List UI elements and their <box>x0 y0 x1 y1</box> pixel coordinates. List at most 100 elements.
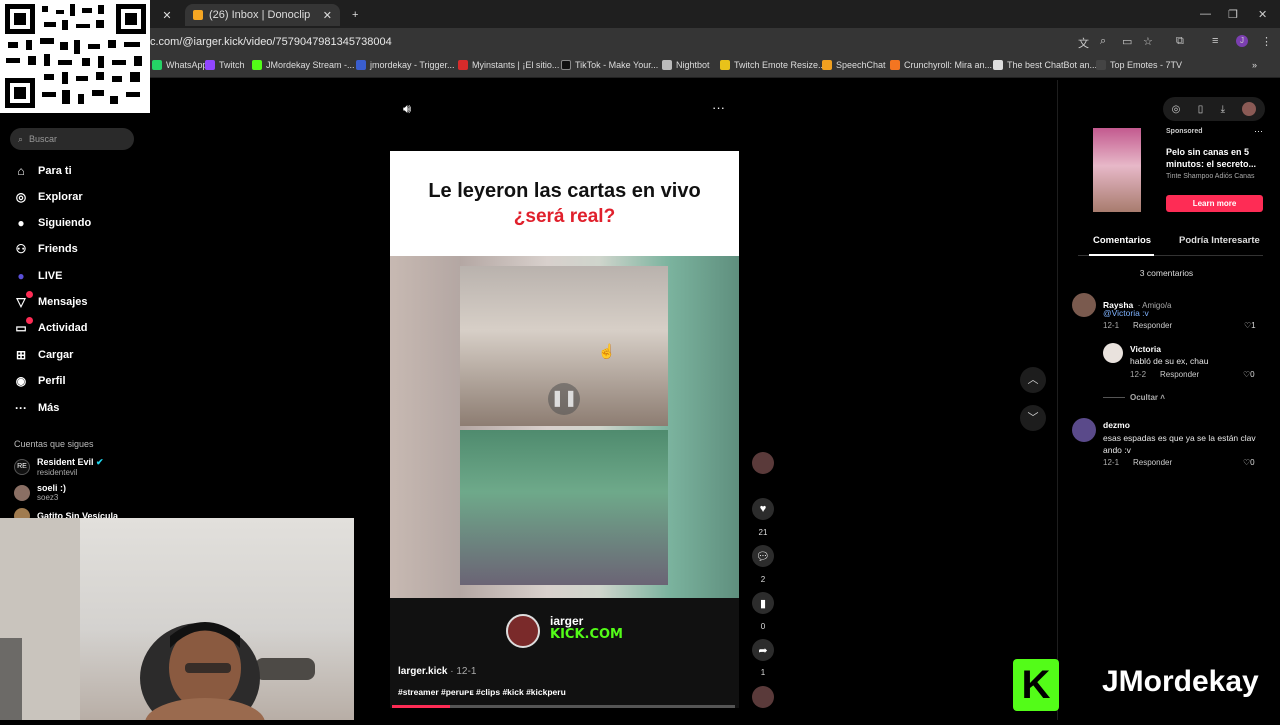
search-icon: ⌕ <box>18 133 24 144</box>
nav-live[interactable]: ● LIVE <box>14 266 62 286</box>
video-hashtags[interactable]: #streamer #peruᴘᴇ #clips #kick #kickperu <box>398 687 566 697</box>
bookmark-item[interactable]: Top Emotes - 7TV <box>1096 60 1182 70</box>
activity-icon: ▭ <box>14 317 33 335</box>
bookmark-item[interactable]: WhatsApp <box>152 60 208 70</box>
learn-more-button[interactable]: Learn more <box>1166 195 1263 212</box>
bookmark-item[interactable]: Twitch Emote Resize... <box>720 60 826 70</box>
avatar[interactable] <box>1072 293 1096 317</box>
chevron-up-icon: ˄ <box>1160 393 1165 402</box>
bookmark-item[interactable]: Crunchyroll: Mira an... <box>890 60 992 70</box>
nav-cargar[interactable]: ⊞ Cargar <box>14 345 74 365</box>
bookmark-item[interactable]: jmordekay - Trigger... <box>356 60 455 70</box>
tab-podria-interesarte[interactable]: Podría Interesarte <box>1179 235 1260 246</box>
browser-tab[interactable]: (26) Inbox | Donoclip ✕ <box>185 4 340 26</box>
more-icon: ··· <box>15 401 27 415</box>
more-options-icon[interactable]: ··· <box>712 100 725 115</box>
bookmark-item[interactable]: Twitch <box>205 60 245 70</box>
profile-avatar-icon[interactable]: J <box>1236 35 1248 47</box>
top-toolbar: ◎ ▯ ⤓ <box>1163 97 1265 121</box>
comment-like[interactable]: ♡1 <box>1244 321 1256 330</box>
new-tab-button[interactable]: + <box>344 4 366 26</box>
reply-button[interactable]: Responder <box>1133 458 1172 467</box>
bookmark-star-icon[interactable]: ☆ <box>1143 35 1153 48</box>
ad-subtitle: Tinte Shampoo Adiós Canas <box>1166 173 1255 180</box>
comment-author: dezmo <box>1103 420 1130 430</box>
close-tab-icon[interactable]: ✕ <box>150 4 184 26</box>
author-avatar[interactable] <box>752 452 774 474</box>
comment-date: 12-1 <box>1103 458 1120 467</box>
donoclip-favicon-icon <box>193 10 203 20</box>
comment-like[interactable]: ♡0 <box>1243 370 1255 379</box>
zoom-icon[interactable]: ⌕ <box>1100 35 1106 48</box>
ad-title[interactable]: Pelo sin canas en 5 minutos: el secreto.… <box>1166 146 1266 170</box>
next-video-icon[interactable]: ﹀ <box>1020 405 1046 431</box>
ad-more-icon[interactable]: ··· <box>1254 126 1263 136</box>
download-icon[interactable]: ⤓ <box>1221 104 1225 115</box>
reply-button[interactable]: Responder <box>1133 321 1172 330</box>
video-title-line2: ¿será real? <box>513 206 616 227</box>
url-text[interactable]: c.com/@iarger.kick/video/757904798134573… <box>150 36 392 48</box>
bookmark-item[interactable]: The best ChatBot an... <box>993 60 1097 70</box>
volume-icon[interactable]: 🔊︎ <box>403 101 411 117</box>
following-header: Cuentas que sigues <box>14 439 94 449</box>
extensions-icon[interactable]: ⧉ <box>1176 35 1184 48</box>
sponsored-label: Sponsored <box>1166 128 1203 135</box>
prev-video-icon[interactable]: ︿ <box>1020 367 1046 393</box>
more-bookmarks-icon[interactable]: » <box>1252 60 1257 70</box>
bookmark-item[interactable]: Nightbot <box>662 60 710 70</box>
avatar[interactable] <box>1072 418 1096 442</box>
nav-actividad[interactable]: ▭ Actividad <box>14 317 88 338</box>
search-input[interactable]: ⌕ Buscar <box>10 128 134 150</box>
save-icon[interactable]: ▮ <box>752 592 774 614</box>
following-account[interactable]: soeli :) soez3 <box>14 483 66 502</box>
comment-like[interactable]: ♡0 <box>1243 458 1255 467</box>
nav-perfil[interactable]: ◉ Perfil <box>14 371 66 391</box>
home-icon: ⌂ <box>17 164 25 178</box>
progress-fill <box>392 705 451 708</box>
bookmark-item[interactable]: JMordekay Stream -... <box>252 60 355 70</box>
friends-icon: ⚇ <box>15 242 27 256</box>
tab-comentarios[interactable]: Comentarios <box>1093 235 1151 246</box>
compass-icon: ◎ <box>15 190 27 204</box>
media-icon[interactable]: ≡ <box>1212 35 1218 47</box>
nav-para-ti[interactable]: ⌂ Para ti <box>14 161 71 181</box>
menu-icon[interactable]: ⋮ <box>1261 35 1272 48</box>
streamer-brand: JMordekay <box>1102 665 1259 698</box>
nav-mas[interactable]: ··· Más <box>14 398 59 418</box>
coin-icon[interactable]: ◎ <box>1172 104 1181 115</box>
channel-site: KICK.COM <box>550 627 623 642</box>
like-icon[interactable]: ♥ <box>752 498 774 520</box>
nav-siguiendo[interactable]: ● Siguiendo <box>14 213 91 233</box>
nav-mensajes[interactable]: ▽ Mensajes <box>14 291 88 312</box>
minimize-icon[interactable]: — <box>1200 8 1211 20</box>
restore-icon[interactable]: ❐ <box>1228 8 1238 21</box>
profile-icon: ◉ <box>15 374 27 388</box>
ad-image[interactable] <box>1093 128 1141 212</box>
save-count: 0 <box>760 622 766 631</box>
following-account[interactable]: RE Resident Evil ✔ residentevil <box>14 457 104 477</box>
video-cam-bottom <box>460 430 668 585</box>
bookmark-item[interactable]: Myinstants | ¡El sitio... <box>458 60 559 70</box>
bookmark-item[interactable]: TikTok - Make Your... <box>561 60 658 70</box>
reply-button[interactable]: Responder <box>1160 370 1199 379</box>
cast-icon[interactable]: ▭ <box>1122 35 1132 48</box>
qr-code <box>0 0 150 113</box>
video-progress-bar[interactable] <box>392 705 735 708</box>
sound-avatar[interactable] <box>752 686 774 708</box>
comment-date: 12-2 <box>1130 370 1147 379</box>
share-icon[interactable]: ➦ <box>752 639 774 661</box>
translate-icon[interactable]: 文 <box>1078 35 1089 51</box>
comment-icon[interactable]: 💬︎ <box>752 545 774 567</box>
avatar[interactable] <box>1103 343 1123 363</box>
nav-friends[interactable]: ⚇ Friends <box>14 239 78 259</box>
close-window-icon[interactable]: ✕ <box>1258 8 1267 21</box>
nav-explorar[interactable]: ◎ Explorar <box>14 187 83 207</box>
close-tab-icon[interactable]: ✕ <box>323 9 332 22</box>
bookmark-item[interactable]: SpeechChat <box>822 60 886 70</box>
hide-replies-button[interactable]: Ocultar ˄ <box>1130 393 1165 402</box>
pause-icon[interactable]: ❚❚ <box>548 383 580 415</box>
user-avatar[interactable] <box>1242 102 1257 116</box>
tab-title: (26) Inbox | Donoclip <box>209 9 311 21</box>
device-icon[interactable]: ▯ <box>1198 104 1204 115</box>
video-author[interactable]: larger.kick · 12-1 <box>398 666 476 677</box>
